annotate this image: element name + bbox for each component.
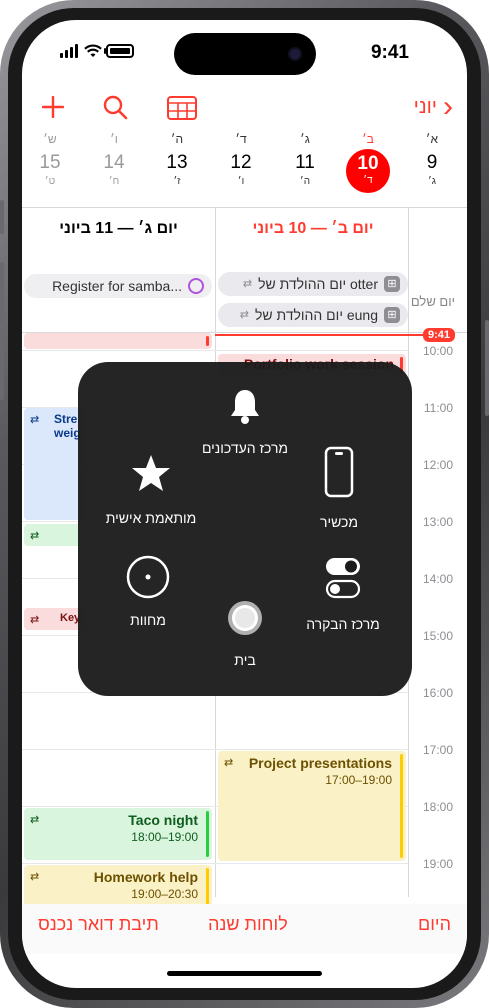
- volume-up-button: [0, 262, 4, 324]
- hour-label: 10:00: [422, 344, 453, 358]
- event-project-presentations[interactable]: ⇄ Project presentations 17:00–19:00: [218, 751, 406, 861]
- power-button: [485, 320, 489, 416]
- hour-line: [22, 863, 408, 864]
- allday-birthday-eung[interactable]: ⇄ יום ההולדת של eung ⊞: [218, 303, 408, 327]
- repeat-icon: ⇄: [30, 530, 40, 542]
- toolbar: יוני ›: [22, 90, 467, 130]
- gift-icon: ⊞: [384, 276, 400, 292]
- at-device[interactable]: מכשיר: [294, 446, 384, 530]
- event-key-partial[interactable]: ⇄ Key: [24, 608, 86, 630]
- status-time: 9:41: [370, 42, 409, 63]
- task-circle-icon: [188, 278, 204, 294]
- repeat-icon: ⇄: [30, 814, 40, 826]
- event-partial-red[interactable]: [24, 333, 212, 349]
- hour-line: [22, 749, 408, 750]
- repeat-icon: ⇄: [30, 414, 40, 426]
- day-sun[interactable]: א׳ 9 ג׳: [402, 132, 462, 187]
- repeat-icon: ⇄: [30, 614, 40, 626]
- phone-device-icon: [324, 446, 354, 498]
- hour-label: 14:00: [422, 572, 453, 586]
- gift-icon: ⊞: [384, 307, 400, 323]
- day-mon-today[interactable]: ב׳ 10 ד׳: [338, 132, 398, 193]
- event-taco-night[interactable]: ⇄ Taco night 18:00–19:00: [24, 808, 212, 860]
- hour-label: 16:00: [422, 686, 453, 700]
- status-icons: [60, 44, 134, 58]
- hour-label: 18:00: [422, 800, 453, 814]
- dynamic-island: [174, 33, 316, 75]
- allday-birthday-otter[interactable]: ⇄ יום ההולדת של otter ⊞: [218, 272, 408, 296]
- repeat-icon: ⇄: [224, 757, 234, 769]
- at-home[interactable]: בית: [205, 598, 285, 668]
- back-button[interactable]: יוני ›: [413, 90, 453, 123]
- day-thu[interactable]: ה׳ 13 ז׳: [147, 132, 207, 187]
- bell-icon: [231, 390, 259, 424]
- tab-calendars[interactable]: לוחות שנה: [208, 914, 288, 935]
- day-tue[interactable]: ג׳ 11 ה׳: [275, 132, 335, 187]
- hour-label: 13:00: [422, 515, 453, 529]
- repeat-icon: ⇄: [30, 871, 40, 883]
- at-control-center[interactable]: מרכז הבקרה: [288, 556, 398, 632]
- day-wed[interactable]: ד׳ 12 ו׳: [211, 132, 271, 187]
- at-gestures[interactable]: מחוות: [108, 554, 188, 628]
- repeat-icon: ⇄: [242, 278, 253, 290]
- star-icon: [132, 455, 170, 491]
- event-strength[interactable]: ⇄ Stre weig: [24, 408, 86, 520]
- hour-label: 19:00: [422, 857, 453, 871]
- day-sat[interactable]: ש׳ 15 ט׳: [22, 132, 80, 187]
- tomorrow-column-header: יום ג׳ — 11 ביוני: [59, 220, 178, 237]
- day-fri[interactable]: ו׳ 14 ח׳: [84, 132, 144, 187]
- camera-icon: [288, 47, 302, 61]
- home-button-icon: [228, 601, 262, 635]
- screen: 9:41 יוני › א׳ 9 ג׳ ב׳ 10 ד׳ ג׳ 11 ה׳ ד׳…: [22, 20, 467, 988]
- event-partial-green[interactable]: ⇄: [24, 524, 86, 546]
- hour-line: [22, 350, 408, 351]
- gesture-circle-icon: [126, 555, 170, 599]
- volume-down-button: [0, 338, 4, 400]
- at-notification-center[interactable]: מרכז העדכונים: [195, 386, 295, 456]
- repeat-icon: ⇄: [239, 309, 249, 321]
- wifi-icon: [84, 44, 102, 57]
- hour-label: 15:00: [422, 629, 453, 643]
- search-icon[interactable]: [102, 94, 128, 120]
- back-label: יוני: [413, 95, 437, 118]
- hour-label: 12:00: [422, 458, 453, 472]
- assistive-touch-menu: מרכז העדכונים מותאמת אישית מכשיר מחוות מ…: [78, 362, 412, 696]
- plus-icon[interactable]: [42, 96, 64, 118]
- allday-register-samba[interactable]: Register for samba...: [24, 274, 212, 298]
- tab-inbox[interactable]: תיבת דואר נכנס: [38, 914, 159, 935]
- now-time-pill: 9:41: [422, 328, 455, 342]
- today-circle: 10 ד׳: [346, 149, 390, 193]
- hour-label: 11:00: [423, 401, 453, 415]
- signal-icon: [60, 44, 78, 58]
- home-indicator[interactable]: [167, 971, 322, 976]
- now-indicator-line: [215, 334, 445, 336]
- chevron-right-icon: ›: [443, 90, 453, 123]
- at-custom[interactable]: מותאמת אישית: [96, 452, 206, 526]
- week-strip: א׳ 9 ג׳ ב׳ 10 ד׳ ג׳ 11 ה׳ ד׳ 12 ו׳ ה׳ 13…: [22, 132, 467, 196]
- allday-label: יום שלם: [410, 294, 455, 309]
- today-column-header: יום ב׳ — 10 ביוני: [252, 220, 374, 237]
- hour-label: 17:00: [422, 743, 453, 757]
- toggles-icon: [325, 558, 361, 599]
- tab-bar: היום לוחות שנה תיבת דואר נכנס: [22, 904, 467, 954]
- battery-icon: [104, 44, 134, 58]
- action-button: [0, 200, 4, 234]
- tab-today[interactable]: היום: [418, 914, 451, 935]
- calendar-grid-icon[interactable]: [166, 94, 198, 122]
